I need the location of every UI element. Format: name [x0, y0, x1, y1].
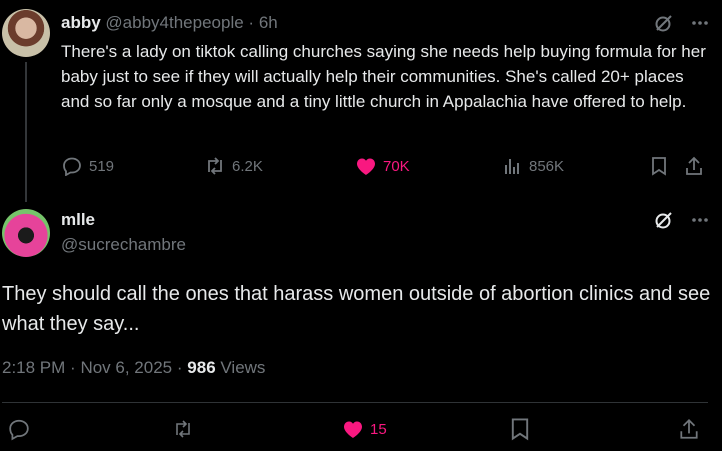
reply-author-name[interactable]: mlle [61, 210, 95, 230]
repost-icon [204, 155, 226, 177]
reply-count: 519 [89, 157, 115, 175]
like-button[interactable]: 70K [355, 155, 410, 177]
parent-tweet-text: There's a lady on tiktok calling churche… [61, 42, 706, 111]
dot-separator: · [70, 358, 76, 377]
repost-button[interactable]: 6.2K [204, 155, 263, 177]
reply-views-count: 986 [187, 358, 216, 377]
like-count: 15 [370, 420, 387, 438]
reply-action-bar: 15 [0, 418, 722, 444]
reply-button[interactable]: 519 [61, 155, 114, 177]
reply-author-handle[interactable]: @sucrechambre [61, 235, 186, 255]
divider [2, 402, 708, 403]
share-icon [678, 418, 700, 440]
reply-time[interactable]: 2:18 PM [2, 358, 65, 377]
heart-icon [355, 155, 377, 177]
repost-count: 6.2K [232, 157, 263, 175]
parent-header: abby @abby4thepeople · 6h [61, 12, 278, 34]
reply-meta: 2:18 PM · Nov 6, 2025 · 986 Views [2, 358, 265, 378]
views-icon [501, 155, 523, 177]
timestamp[interactable]: 6h [259, 13, 278, 32]
heart-icon [342, 418, 364, 440]
views-button[interactable]: 856K [501, 155, 564, 177]
reply-top-actions [653, 209, 711, 231]
dot-separator: · [248, 13, 255, 32]
dot-separator: · [176, 358, 183, 377]
thread-line [25, 62, 27, 202]
parent-top-actions [653, 12, 711, 34]
author-name[interactable]: abby [61, 13, 101, 32]
share-button[interactable] [683, 155, 705, 177]
more-icon[interactable] [689, 12, 711, 34]
repost-icon [172, 418, 194, 440]
reply-icon [8, 418, 30, 441]
bookmark-icon [509, 418, 531, 441]
grok-icon[interactable] [653, 12, 675, 34]
reply-date[interactable]: Nov 6, 2025 [80, 358, 172, 377]
like-count: 70K [383, 157, 410, 175]
bookmark-button[interactable] [648, 155, 670, 177]
repost-button[interactable] [172, 418, 194, 440]
reply-views-label: Views [220, 358, 266, 377]
avatar[interactable] [2, 209, 50, 257]
reply-button[interactable] [8, 418, 30, 441]
more-icon[interactable] [689, 209, 711, 231]
bookmark-button[interactable] [509, 418, 531, 441]
bookmark-icon [648, 155, 670, 177]
share-icon [683, 155, 705, 177]
tweet-thread: abby @abby4thepeople · 6h There's a lady… [0, 0, 722, 451]
reply-tweet-text: They should call the ones that harass wo… [2, 283, 711, 335]
grok-icon[interactable] [653, 209, 675, 231]
author-handle[interactable]: @abby4thepeople [105, 13, 243, 32]
like-button[interactable]: 15 [342, 418, 387, 440]
reply-icon [61, 155, 83, 177]
share-button[interactable] [678, 418, 700, 440]
avatar[interactable] [2, 9, 50, 57]
parent-action-bar: 519 6.2K 70K 856K [61, 155, 711, 179]
views-count: 856K [529, 157, 565, 175]
